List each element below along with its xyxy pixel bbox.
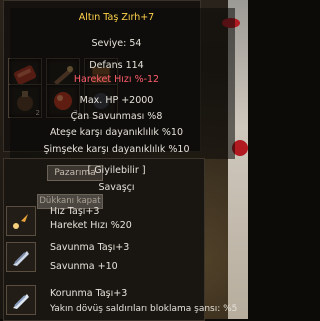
item-soul-defense: Çan Savunması %8 bbox=[70, 111, 163, 122]
stone-name: Korunma Taşı+3 bbox=[50, 288, 128, 299]
defense-stone-icon bbox=[13, 251, 29, 266]
item-title: Altın Taş Zırh+7 bbox=[78, 12, 155, 23]
stone-stat: Yakın dövüş saldırıları bloklama şansı: … bbox=[50, 304, 238, 314]
protection-stone-icon bbox=[13, 294, 29, 309]
stone-stat: Hareket Hızı %20 bbox=[50, 220, 132, 231]
item-fire-resist: Ateşe karşı dayanıklılık %10 bbox=[49, 127, 184, 138]
item-lightning-resist: Şimşeke karşı dayanıklılık %10 bbox=[43, 144, 190, 155]
speed-stone-icon bbox=[13, 214, 28, 229]
stone-slot bbox=[6, 206, 36, 236]
item-defense: Defans 114 bbox=[89, 60, 144, 71]
item-wearable: [ Giyilebilir ] bbox=[87, 165, 146, 176]
stone-name: Hız Taşı+3 bbox=[50, 206, 100, 217]
stone-stat: Savunma +10 bbox=[50, 261, 118, 272]
item-attack-speed: Hareket Hızı %-12 bbox=[73, 74, 160, 85]
item-class: Savaşçı bbox=[98, 182, 135, 193]
stone-slot bbox=[6, 285, 36, 315]
item-max-hp: Max. HP +2000 bbox=[79, 95, 154, 106]
stone-name: Savunma Taşı+3 bbox=[50, 242, 130, 253]
item-level: Seviye: 54 bbox=[91, 38, 142, 49]
stone-slot bbox=[6, 242, 36, 272]
